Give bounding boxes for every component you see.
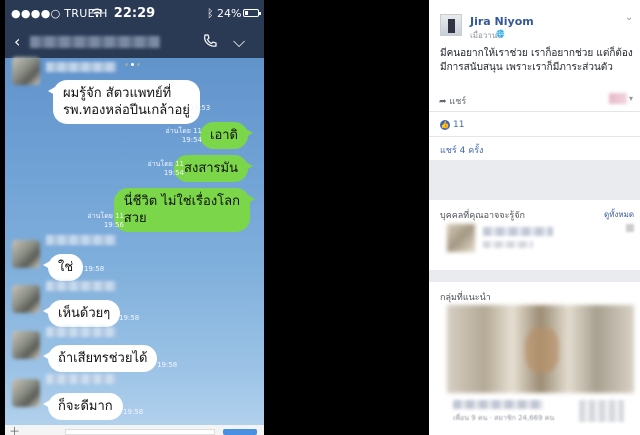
back-chevron-icon[interactable]: ‹ [14,32,20,51]
contact-avatar[interactable] [12,331,40,359]
screenshot-composite: ●●●●○ TRUE-H 22:29 ᛒ 24% ‹ ⌵ ผมรู้จัก สั… [0,0,640,435]
section-title: บุคคลที่คุณอาจจะรู้จัก [440,211,525,221]
group-name-blurred [453,400,543,409]
message-time: 19:58 [157,361,178,369]
avatar[interactable] [440,14,462,36]
people-you-may-know: บุคคลที่คุณอาจจะรู้จัก ดูทั้งหมด [429,200,640,270]
message-time: 19:54 [181,136,202,144]
sender-name-blurred [46,235,116,245]
message-meta: 19:53 [190,104,210,113]
join-button-blurred[interactable] [579,400,624,422]
divider [429,136,640,137]
message-text: ถ้าเสียทรช่วยได้ [58,351,148,366]
message-text: ใช่ [58,260,74,275]
suggested-person-meta-blurred [483,241,533,248]
message-time: 19:53 [190,104,211,112]
globe-icon: 🌐 [496,30,505,38]
read-receipt: อ่านโดย 11 [165,127,202,135]
outgoing-message[interactable]: นี่ชีวิต ไม่ใช่เรื่องโลกสวย [113,188,256,232]
message-time: 19:58 [123,408,144,416]
audience-chevron-icon[interactable]: ▾ [629,94,633,103]
share-arrow-icon: ➦ [439,97,450,107]
message-time: 19:56 [103,221,124,229]
incoming-message[interactable]: ก็จะดีมาก [43,393,123,420]
contact-avatar[interactable] [12,285,40,313]
post-card: Jira Niyom เมื่อวานนี้ 🌐 ⌄ มีคนอยากให้เร… [429,0,640,160]
incoming-message[interactable]: ผมรู้จัก สัตวแพทย์ที่รพ.ทองหล่อปีนเกล้าอ… [48,80,200,124]
message-text: นี่ชีวิต ไม่ใช่เรื่องโลก [123,194,240,209]
group-cover-photo[interactable] [447,305,634,393]
outgoing-message[interactable]: สงสารมัน [174,155,253,182]
plus-icon[interactable]: ＋ [9,423,20,435]
see-all-link[interactable]: ดูทั้งหมด [604,208,634,221]
status-bar: ●●●●○ TRUE-H 22:29 ᛒ 24% [5,0,264,28]
message-time: 19:58 [84,265,105,273]
message-meta: อ่านโดย 11 19:54 [148,160,184,178]
section-title: กลุ่มที่แนะนำ [440,293,491,303]
chevron-down-icon[interactable]: ⌄ [625,12,633,23]
message-text: เอาดิ [210,128,238,143]
like-icon: 👍 [440,120,450,130]
message-input[interactable] [65,429,215,435]
dismiss-icon[interactable] [626,224,634,232]
message-meta: อ่านโดย 11 19:56 [88,212,124,230]
outgoing-message[interactable]: เอาดิ [200,122,253,149]
message-text: รพ.ทองหล่อปีนเกล้าอยู่ [63,103,190,118]
like-count[interactable]: 11 [453,120,464,130]
contact-avatar[interactable] [12,57,40,85]
battery-icon [243,9,261,17]
message-time: 19:58 [119,314,140,322]
divider [429,111,640,112]
bluetooth-icon: ᛒ [207,7,214,20]
chat-header: ‹ ⌵ [5,28,264,66]
incoming-message[interactable]: เห็นด้วยๆ [42,300,121,327]
sender-name-blurred [46,281,116,291]
message-meta: 19:58 [119,314,139,323]
suggested-person-name-blurred [483,227,553,236]
input-bar: ＋ [5,425,264,435]
message-text: ก็จะดีมาก [58,399,113,414]
message-meta: 19:58 [84,265,104,274]
page-dots [125,51,145,66]
read-receipt: อ่านโดย 11 [87,212,124,220]
share-button[interactable]: ➦ แชร์ [439,94,466,108]
contact-avatar[interactable] [12,379,40,407]
phone-call-icon[interactable] [202,33,218,49]
sender-name-blurred [46,374,116,384]
contact-avatar[interactable] [12,240,40,268]
send-button[interactable] [223,429,257,435]
suggested-person-photo[interactable] [447,224,475,252]
incoming-message[interactable]: ใช่ [42,254,84,281]
battery-percent: 24% [217,7,242,20]
sender-name-blurred [46,327,116,337]
share-label: แชร์ [449,97,467,107]
message-text: สงสารมัน [184,161,238,176]
chat-name-blurred [30,36,160,48]
facebook-panel: Jira Niyom เมื่อวานนี้ 🌐 ⌄ มีคนอยากให้เร… [429,0,640,435]
audience-avatar-blurred [609,93,627,104]
message-meta: 19:58 [123,408,143,417]
line-chat-screen: ●●●●○ TRUE-H 22:29 ᛒ 24% ‹ ⌵ ผมรู้จัก สั… [5,0,264,435]
chevron-down-icon[interactable]: ⌵ [233,32,245,52]
read-receipt: อ่านโดย 11 [147,160,184,168]
sender-name-blurred [46,62,116,72]
post-author[interactable]: Jira Niyom [470,15,534,28]
message-text: ผมรู้จัก สัตวแพทย์ที่ [63,86,172,101]
group-meta: เพื่อน 9 คน · สมาชิก 24,669 คน [453,414,555,422]
incoming-message[interactable]: ถ้าเสียทรช่วยได้ [42,345,158,372]
message-meta: อ่านโดย 11 19:54 [166,127,202,145]
message-text: เห็นด้วยๆ [58,306,111,321]
post-text: มีคนอยากให้เราช่วย เราก็อยากช่วย แต่ก็ต้… [440,48,633,73]
message-meta: 19:58 [157,361,177,370]
message-text: สวย [123,211,147,226]
suggested-groups: กลุ่มที่แนะนำ เพื่อน 9 คน · สมาชิก 24,66… [429,282,640,435]
share-count[interactable]: แชร์ 4 ครั้ง [440,143,483,157]
message-time: 19:54 [163,169,184,177]
